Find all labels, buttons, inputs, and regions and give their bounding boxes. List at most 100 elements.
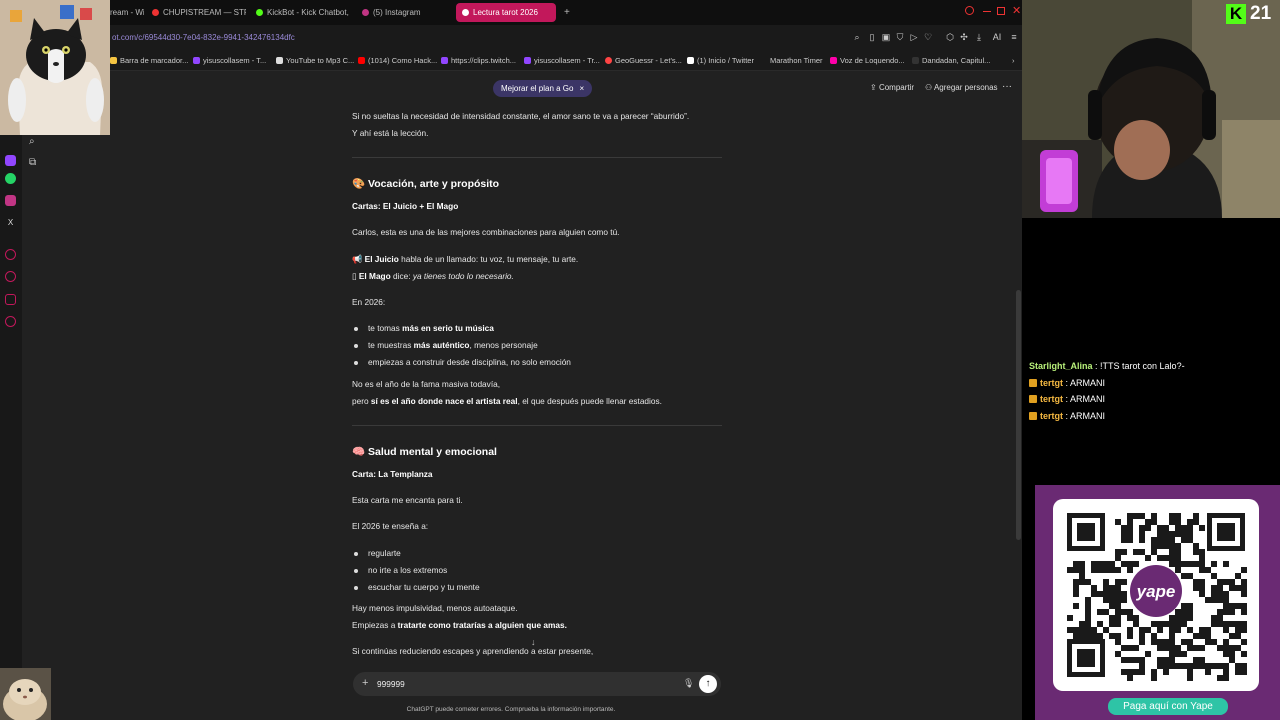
- qr-module: [1109, 591, 1115, 597]
- close-window-icon[interactable]: ✕: [1012, 4, 1021, 17]
- zoom-icon[interactable]: ⌕: [851, 31, 863, 43]
- close-icon[interactable]: ×: [579, 84, 584, 93]
- qr-module: [1175, 513, 1181, 519]
- maximize-icon[interactable]: [997, 7, 1005, 15]
- qr-module: [1187, 669, 1193, 675]
- extension-icon[interactable]: ⬡: [944, 31, 956, 43]
- more-options-button[interactable]: ···: [1002, 81, 1012, 92]
- qr-module: [1121, 597, 1127, 603]
- paragraph: Si no sueltas la necesidad de intensidad…: [352, 111, 690, 121]
- qr-module: [1223, 591, 1229, 597]
- library-icon[interactable]: ⧉: [29, 157, 36, 168]
- scroll-down-button[interactable]: ↓: [531, 637, 536, 647]
- qr-module: [1223, 609, 1229, 615]
- bookmark-favicon-icon: [830, 57, 837, 64]
- add-person-icon: ⚇: [925, 83, 934, 92]
- bookmark-item[interactable]: Marathon Timer: [770, 56, 823, 65]
- qr-module: [1127, 561, 1133, 567]
- add-people-button[interactable]: ⚇ Agregar personas: [925, 83, 998, 92]
- bookmark-item[interactable]: Barra de marcador...: [110, 56, 188, 65]
- qr-module: [1139, 627, 1145, 633]
- attach-plus-icon[interactable]: +: [362, 677, 368, 689]
- send-button[interactable]: ↑: [699, 675, 717, 693]
- settings-icon[interactable]: [5, 316, 16, 327]
- qr-module: [1211, 585, 1217, 591]
- tab-stream[interactable]: ream - Wi: [104, 3, 144, 22]
- bookmark-item[interactable]: YouTube to Mp3 C...: [276, 56, 354, 65]
- bookmark-item[interactable]: yisuscollasem - T...: [193, 56, 266, 65]
- qr-module: [1109, 615, 1115, 621]
- tab-instagram[interactable]: (5) Instagram: [356, 3, 452, 22]
- qr-module: [1157, 657, 1163, 663]
- tab-lectura-tarot[interactable]: Lectura tarot 2026: [456, 3, 556, 22]
- qr-module: [1217, 579, 1223, 585]
- tab-chupistream[interactable]: CHUPISTREAM — STREA: [146, 3, 246, 22]
- play-icon[interactable]: ▷: [908, 31, 920, 43]
- yape-pay-button[interactable]: Paga aquí con Yape: [1108, 698, 1228, 715]
- search-icon[interactable]: ⌕: [29, 136, 35, 147]
- qr-module: [1103, 591, 1109, 597]
- qr-module: [1163, 621, 1169, 627]
- shield-icon[interactable]: ⛉: [894, 31, 906, 43]
- puzzle-icon[interactable]: ✣: [958, 31, 970, 43]
- paragraph: Empiezas a tratarte como tratarías a alg…: [352, 620, 567, 630]
- upgrade-plan-button[interactable]: Mejorar el plan a Go ×: [493, 80, 593, 97]
- history-icon[interactable]: [5, 271, 16, 282]
- new-tab-button[interactable]: +: [558, 3, 570, 22]
- qr-module: [1085, 627, 1091, 633]
- bookmark-item[interactable]: https://clips.twitch...: [441, 56, 516, 65]
- qr-module: [1097, 561, 1103, 567]
- tab-kickbot[interactable]: KickBot - Kick Chatbot, Al: [250, 3, 350, 22]
- whatsapp-icon[interactable]: [5, 173, 16, 184]
- url-field[interactable]: ot.com/c/69544d30-7e04-832e-9941-3424761…: [112, 33, 295, 42]
- download-icon[interactable]: ⤓: [973, 31, 985, 43]
- extensions-icon[interactable]: [5, 294, 16, 305]
- minimize-icon[interactable]: [983, 11, 991, 12]
- share-button[interactable]: ⇪ Compartir: [870, 83, 914, 92]
- bookmark-item[interactable]: GeoGuessr - Let's...: [605, 56, 682, 65]
- prompt-input[interactable]: 999999: [377, 679, 405, 689]
- menu-icon[interactable]: ≡: [1008, 31, 1020, 43]
- qr-module: [1163, 669, 1169, 675]
- record-icon[interactable]: [5, 249, 16, 260]
- bullet-icon: [354, 586, 358, 590]
- qr-module: [1193, 519, 1199, 525]
- bookmark-item[interactable]: (1014) Como Hack...: [358, 56, 437, 65]
- qr-module: [1199, 645, 1205, 651]
- qr-module: [1223, 639, 1229, 645]
- streamer-webcam: [1022, 0, 1280, 218]
- ai-icon[interactable]: AI: [988, 31, 1006, 43]
- bookmark-item[interactable]: Voz de Loquendo...: [830, 56, 905, 65]
- bookmark-icon[interactable]: ▯: [866, 31, 878, 43]
- x-twitter-icon[interactable]: X: [5, 217, 16, 228]
- qr-module: [1205, 627, 1211, 633]
- twitch-icon[interactable]: [5, 155, 16, 166]
- message-composer[interactable]: + 999999 🎙 ↑: [353, 672, 721, 696]
- qr-module: [1181, 609, 1187, 615]
- qr-module: [1121, 591, 1127, 597]
- qr-module: [1181, 651, 1187, 657]
- screenshot-icon[interactable]: ▣: [880, 31, 892, 43]
- search-tabs-icon[interactable]: [965, 6, 974, 15]
- qr-module: [1199, 579, 1205, 585]
- qr-module: [1163, 555, 1169, 561]
- bullet-icon: [354, 327, 358, 331]
- more-bookmarks-icon[interactable]: ›: [1012, 56, 1015, 65]
- bookmark-item[interactable]: (1) Inicio / Twitter: [687, 56, 754, 65]
- bookmark-item[interactable]: yisuscollasem - Tr...: [524, 56, 600, 65]
- paragraph: Si continúas reduciendo escapes y aprend…: [352, 646, 594, 656]
- qr-module: [1175, 645, 1181, 651]
- scrollbar[interactable]: [1016, 290, 1021, 540]
- favorite-icon[interactable]: ♡: [922, 31, 934, 43]
- qr-module: [1187, 603, 1193, 609]
- qr-module: [1211, 591, 1217, 597]
- qr-module: [1139, 639, 1145, 645]
- qr-module: [1229, 645, 1235, 651]
- list-item: no irte a los extremos: [368, 565, 448, 575]
- microphone-icon[interactable]: 🎙: [683, 678, 694, 689]
- bookmark-item[interactable]: Dandadan, Capitul...: [912, 56, 990, 65]
- brain-icon: 🧠: [352, 446, 366, 458]
- instagram-icon[interactable]: [5, 195, 16, 206]
- qr-module: [1235, 633, 1241, 639]
- qr-module: [1187, 561, 1193, 567]
